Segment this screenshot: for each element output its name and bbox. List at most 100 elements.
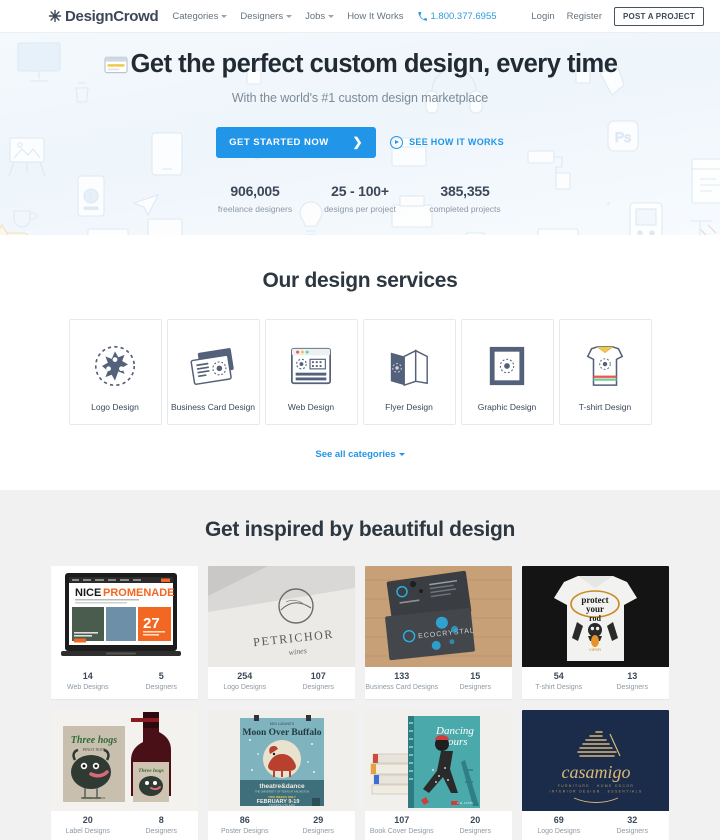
hero-stats: 906,005 freelance designers 25 - 100+ de… xyxy=(203,183,518,214)
designs-count: 107 xyxy=(394,815,410,825)
folded-flyer-icon xyxy=(387,342,431,390)
logo-burst-icon xyxy=(93,342,137,390)
stat-value: 385,355 xyxy=(440,182,490,199)
phone-number[interactable]: 1.800.377.6955 xyxy=(417,10,497,22)
gallery-item[interactable]: PETRICHOR wines 254 Logo Designs 107 Des… xyxy=(208,566,355,699)
chevron-down-icon xyxy=(221,14,228,18)
designers-count-cell: 15 Designers xyxy=(439,667,513,699)
designers-count-cell: 29 Designers xyxy=(282,811,356,840)
protect-your-rod-tshirt-image: protect your rod VIPER xyxy=(522,566,669,667)
service-card-flyer-design[interactable]: Flyer Design xyxy=(362,319,456,425)
service-card-logo-design[interactable]: Logo Design xyxy=(68,319,162,425)
designs-label: Web Designs xyxy=(66,684,109,691)
stat-label: freelance designers xyxy=(217,203,293,214)
designs-count: 54 xyxy=(553,671,564,681)
service-card-tshirt-design[interactable]: T-shirt Design xyxy=(558,319,652,425)
post-a-project-button[interactable]: POST A PROJECT xyxy=(614,6,704,26)
gallery-item-meta: 107 Book Cover Designs 20 Designers xyxy=(365,811,512,840)
asterisk-logo-icon xyxy=(48,9,62,23)
phone-text: 1.800.377.6955 xyxy=(430,10,497,22)
register-link[interactable]: Register xyxy=(567,11,602,22)
designs-count: 69 xyxy=(553,815,564,825)
svg-text:your: your xyxy=(586,604,604,614)
service-card-business-card-design[interactable]: Business Card Design xyxy=(166,319,260,425)
casamigo-gold-logo-image: casamigo FURNITURE . HOME DECOR INTERIOR… xyxy=(522,710,669,811)
designs-label: Logo Designs xyxy=(537,828,581,835)
designers-label: Designers xyxy=(302,684,334,691)
designers-label: Designers xyxy=(302,828,334,835)
chevron-down-icon xyxy=(328,14,335,18)
gallery-item-meta: 54 T-shirt Designs 13 Designers xyxy=(522,667,669,699)
designers-label: Designers xyxy=(145,828,177,835)
designs-count-cell: 54 T-shirt Designs xyxy=(522,667,596,699)
designs-label: Business Card Designs xyxy=(365,684,439,691)
designs-count: 254 xyxy=(237,671,253,681)
svg-text:ESTATE GROWN: ESTATE GROWN xyxy=(83,796,107,800)
service-card-graphic-design[interactable]: Graphic Design xyxy=(460,319,554,425)
designers-count: 32 xyxy=(627,815,638,825)
login-link[interactable]: Login xyxy=(531,11,554,22)
gallery-item[interactable]: ECOCRYSTAL 133 Business Card Designs 15 … xyxy=(365,566,512,699)
wine-bottle-label-image: Three hogs PINOT NOIR ESTATE GROWN Three… xyxy=(51,710,198,811)
designers-count-cell: 32 Designers xyxy=(596,811,670,840)
designers-count: 5 xyxy=(158,671,164,681)
stat-label: completed projects xyxy=(429,203,501,214)
nav-item-jobs[interactable]: Jobs xyxy=(305,10,335,22)
designs-label: Book Cover Designs xyxy=(369,828,434,835)
dark-business-cards-image: ECOCRYSTAL xyxy=(365,566,512,667)
svg-text:PROMENADE: PROMENADE xyxy=(103,587,175,599)
hero-heading-row: Get the perfect custom design, every tim… xyxy=(103,51,618,78)
see-all-categories-label: See all categories xyxy=(315,449,396,460)
nav-label-how-it-works: How It Works xyxy=(347,10,404,22)
gallery-item[interactable]: NICE PROMENADE 27 14 Web Designs 5 Desig… xyxy=(51,566,198,699)
see-all-categories-link[interactable]: See all categories xyxy=(0,449,720,460)
nav-item-designers[interactable]: Designers xyxy=(240,10,293,22)
designers-count-cell: 8 Designers xyxy=(125,811,199,840)
gallery-item[interactable]: Dancing hours J. R. LYNN 107 Book Cover xyxy=(365,710,512,840)
dancing-hours-book-cover-image: Dancing hours J. R. LYNN xyxy=(365,710,512,811)
designers-label: Designers xyxy=(616,684,648,691)
designers-count: 13 xyxy=(627,671,638,681)
framed-art-icon xyxy=(486,342,528,390)
hero-section: Ai xyxy=(0,33,720,235)
designers-label: Designers xyxy=(459,684,491,691)
svg-text:TICKETS.UTA.EDU: TICKETS.UTA.EDU xyxy=(269,803,295,807)
gallery-item[interactable]: protect your rod VIPER 54 T-shirt Design… xyxy=(522,566,669,699)
gallery-item[interactable]: casamigo FURNITURE . HOME DECOR INTERIOR… xyxy=(522,710,669,840)
moon-over-buffalo-poster-image: KEN LUDWIG'S Moon Over Buffalo theatre&d… xyxy=(208,710,355,811)
service-card-web-design[interactable]: Web Design xyxy=(264,319,358,425)
stat-designs-per-project: 25 - 100+ designs per project xyxy=(308,183,413,214)
nav-item-categories[interactable]: Categories xyxy=(172,11,228,22)
gallery-item[interactable]: Three hogs PINOT NOIR ESTATE GROWN Three… xyxy=(51,710,198,840)
gallery-item-meta: 69 Logo Designs 32 Designers xyxy=(522,811,669,840)
designers-label: Designers xyxy=(459,828,491,835)
stat-value: 25 - 100+ xyxy=(331,182,389,199)
designs-count-cell: 86 Poster Designs xyxy=(208,811,282,840)
tshirt-icon xyxy=(582,342,628,390)
gallery-item-meta: 133 Business Card Designs 15 Designers xyxy=(365,667,512,699)
designers-count: 29 xyxy=(313,815,324,825)
nav-item-how-it-works[interactable]: How It Works xyxy=(347,11,403,22)
inspiration-title: Get inspired by beautiful design xyxy=(204,518,516,541)
see-how-it-works-link[interactable]: SEE HOW IT WORKS xyxy=(390,135,504,149)
hero-subtitle: With the world's #1 custom design market… xyxy=(231,90,489,105)
svg-text:FURNITURE . HOME DECOR: FURNITURE . HOME DECOR xyxy=(558,784,635,788)
designers-count-cell: 5 Designers xyxy=(125,667,199,699)
nav-label-jobs: Jobs xyxy=(305,10,326,22)
business-card-icon xyxy=(188,342,238,390)
get-started-now-button[interactable]: GET STARTED NOW ❯ xyxy=(216,126,377,158)
nav-label-designers: Designers xyxy=(240,10,284,22)
inspiration-section: Get inspired by beautiful design NICE PR… xyxy=(0,490,720,840)
play-circle-icon xyxy=(390,135,404,149)
svg-text:wines: wines xyxy=(288,646,307,657)
service-label: T-shirt Design xyxy=(578,402,632,412)
phone-icon xyxy=(417,11,427,21)
svg-text:VIPER: VIPER xyxy=(589,647,601,652)
svg-text:J. R. LYNN: J. R. LYNN xyxy=(457,801,474,805)
gallery-item[interactable]: KEN LUDWIG'S Moon Over Buffalo theatre&d… xyxy=(208,710,355,840)
brand-logo[interactable]: DesignCrowd xyxy=(48,8,159,25)
header-actions: Login Register POST A PROJECT xyxy=(531,6,704,26)
designs-count-cell: 133 Business Card Designs xyxy=(365,667,439,699)
svg-text:INTERIOR DESIGN . ESSENTIALS: INTERIOR DESIGN . ESSENTIALS xyxy=(549,790,642,794)
designers-label: Designers xyxy=(616,828,648,835)
